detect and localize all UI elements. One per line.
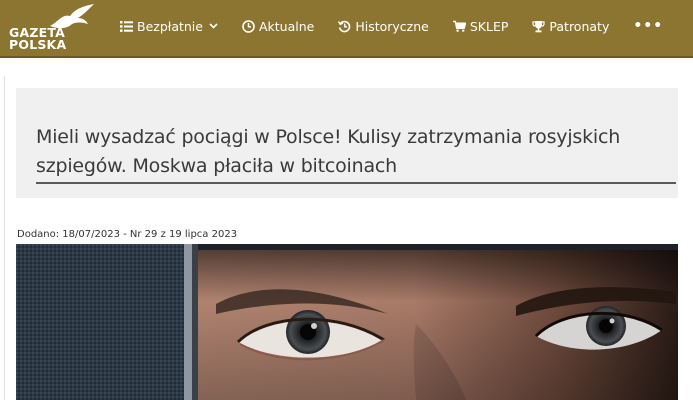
nav-item-sklep[interactable]: SKLEP bbox=[452, 18, 509, 34]
nav-item-aktualne[interactable]: Aktualne bbox=[242, 19, 314, 34]
nav-label: Aktualne bbox=[258, 18, 315, 34]
nav-item-historyczne[interactable]: Historyczne bbox=[338, 19, 429, 34]
list-icon bbox=[120, 20, 133, 32]
nav-label: SKLEP bbox=[469, 18, 509, 34]
nav-item-patronaty[interactable]: Patronaty bbox=[532, 19, 609, 34]
nav-label: Historyczne bbox=[355, 18, 429, 34]
main-nav: Bezpłatnie Aktualne Historyczne SKLEP Pa… bbox=[120, 0, 687, 52]
article-meta: Dodano: 18/07/2023 - Nr 29 z 19 lipca 20… bbox=[17, 229, 238, 240]
nav-label: Patronaty bbox=[549, 18, 610, 34]
top-nav-bar: GAZETA POLSKA Bezpłatnie Aktualne Histor… bbox=[0, 0, 693, 58]
logo-text-line2: POLSKA bbox=[9, 37, 67, 52]
nav-label: Bezpłatnie bbox=[137, 18, 203, 34]
article-title: Mieli wysadzać pociągi w Polsce! Kulisy … bbox=[36, 126, 621, 177]
more-menu-button[interactable]: ••• bbox=[633, 18, 663, 34]
cart-icon bbox=[452, 20, 466, 32]
history-icon bbox=[338, 20, 351, 32]
nav-item-bezplatnie[interactable]: Bezpłatnie bbox=[120, 19, 218, 34]
trophy-icon bbox=[532, 20, 546, 32]
article-hero-image[interactable] bbox=[16, 244, 678, 400]
hero-image-graphic bbox=[16, 244, 678, 400]
article-title-box: Mieli wysadzać pociągi w Polsce! Kulisy … bbox=[16, 88, 678, 198]
clock-icon bbox=[242, 19, 255, 33]
chevron-down-icon bbox=[209, 23, 218, 29]
site-logo[interactable]: GAZETA POLSKA bbox=[6, 4, 96, 54]
title-underline bbox=[36, 182, 676, 184]
